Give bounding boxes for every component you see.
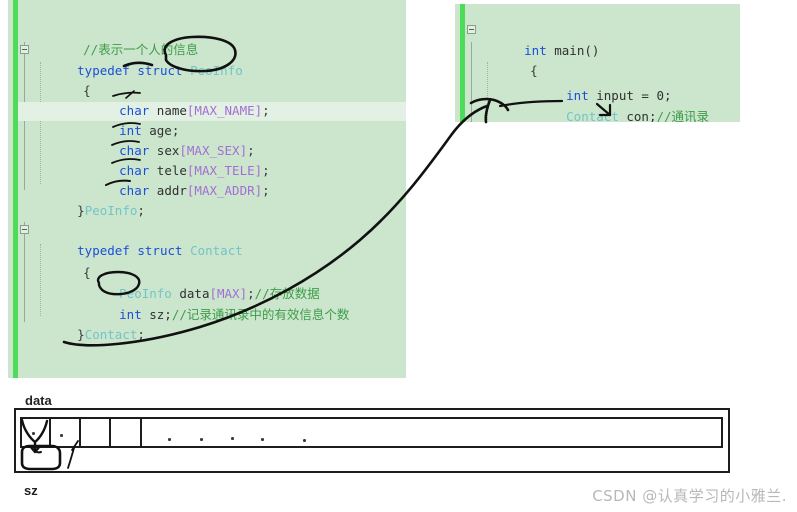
fold-toggle-main-icon[interactable]	[467, 25, 476, 34]
code-line-brace-open-contact: {	[38, 243, 91, 280]
diagram-array-strip	[20, 417, 723, 448]
screenshot-root: //表示一个人的信息 typedef struct PeoInfo { char…	[0, 0, 797, 512]
fold-toggle-peoinfo-icon[interactable]	[20, 45, 29, 54]
token-space-2	[183, 63, 191, 78]
token-macro-max-name: [MAX_NAME]	[186, 103, 263, 118]
code-line-input: int input = 0;	[521, 66, 671, 103]
code-line-member-data: PeoInfo data[MAX];//存放数据	[74, 264, 320, 301]
token-semi-contact: ;	[137, 327, 145, 342]
fold-toggle-contact-icon[interactable]	[20, 225, 29, 234]
token-semi-peoinfo: ;	[137, 203, 145, 218]
csdn-watermark: CSDN @认真学习的小雅兰.	[592, 487, 787, 505]
array-cell-dot-0	[32, 432, 35, 435]
code-panel-main[interactable]: int main() { int input = 0; Contact con;…	[455, 4, 740, 122]
array-cell-divider-4	[140, 417, 142, 448]
token-brace-close-peoinfo: }	[77, 203, 85, 218]
token-type-contact-main: Contact	[566, 109, 619, 122]
code-panel-structs[interactable]: //表示一个人的信息 typedef struct PeoInfo { char…	[8, 0, 406, 378]
change-indicator-bar-left	[13, 0, 18, 378]
token-comment-count: //记录通讯录中的有效信息个数	[171, 307, 350, 322]
array-cell-divider-1	[49, 417, 51, 448]
token-struct-2: struct	[137, 243, 183, 258]
token-ident-con: con;	[618, 109, 657, 122]
code-line-member-tele: char tele[MAX_TELE];	[74, 141, 270, 178]
diagram-label-sz: sz	[24, 483, 38, 498]
change-indicator-bar-right	[460, 4, 465, 122]
array-ellipsis-dot-4	[261, 438, 264, 441]
code-line-member-sex: char sex[MAX_SEX];	[74, 121, 254, 158]
code-line-member-sz: int sz;//记录通讯录中的有效信息个数	[74, 285, 349, 322]
array-cell-dot-1	[60, 434, 63, 437]
array-ellipsis-dot-1	[168, 438, 171, 441]
code-line-typedef-contact: typedef struct Contact	[32, 221, 243, 258]
code-line-brace-open-main: {	[485, 41, 538, 78]
array-cell-divider-2	[79, 417, 81, 448]
code-line-member-addr: char addr[MAX_ADDR];	[74, 161, 270, 198]
code-line-con: Contact con;//通讯录	[521, 87, 709, 122]
token-typename-contact: Contact	[84, 327, 138, 342]
diagram-label-data: data	[25, 393, 52, 408]
token-semi-addr: ;	[262, 183, 270, 198]
code-line-typedef-peoinfo: typedef struct PeoInfo	[32, 41, 243, 78]
token-brace-close-contact: }	[77, 327, 85, 342]
fold-guide-contact	[24, 222, 25, 322]
token-ident-addr: addr	[149, 183, 187, 198]
token-macro-max-addr: [MAX_ADDR]	[186, 183, 263, 198]
token-type-peoinfo: PeoInfo	[190, 63, 243, 78]
code-line-comment-person: //表示一个人的信息	[38, 20, 198, 57]
code-line-close-peoinfo: }PeoInfo;	[32, 181, 145, 218]
token-type-contact: Contact	[190, 243, 243, 258]
token-struct: struct	[137, 63, 183, 78]
token-space-4	[183, 243, 191, 258]
array-ellipsis-dot-2	[200, 438, 203, 441]
token-ident-sz: sz;	[141, 307, 172, 322]
code-line-int-main: int main()	[479, 21, 599, 58]
code-line-member-name: char name[MAX_NAME];	[74, 81, 270, 118]
code-line-brace-open-peoinfo: {	[38, 61, 91, 98]
token-semi-name: ;	[262, 103, 270, 118]
code-line-close-contact: }Contact;	[32, 305, 145, 342]
token-typename-peoinfo: PeoInfo	[84, 203, 138, 218]
token-main: main()	[546, 43, 600, 58]
array-cell-divider-3	[109, 417, 111, 448]
array-ellipsis-dot-5	[303, 439, 306, 442]
token-comment-addressbook: //通讯录	[656, 109, 710, 122]
array-ellipsis-dot-3	[231, 437, 234, 440]
code-line-member-age: int age;	[74, 101, 179, 138]
fold-guide-main	[471, 42, 472, 122]
